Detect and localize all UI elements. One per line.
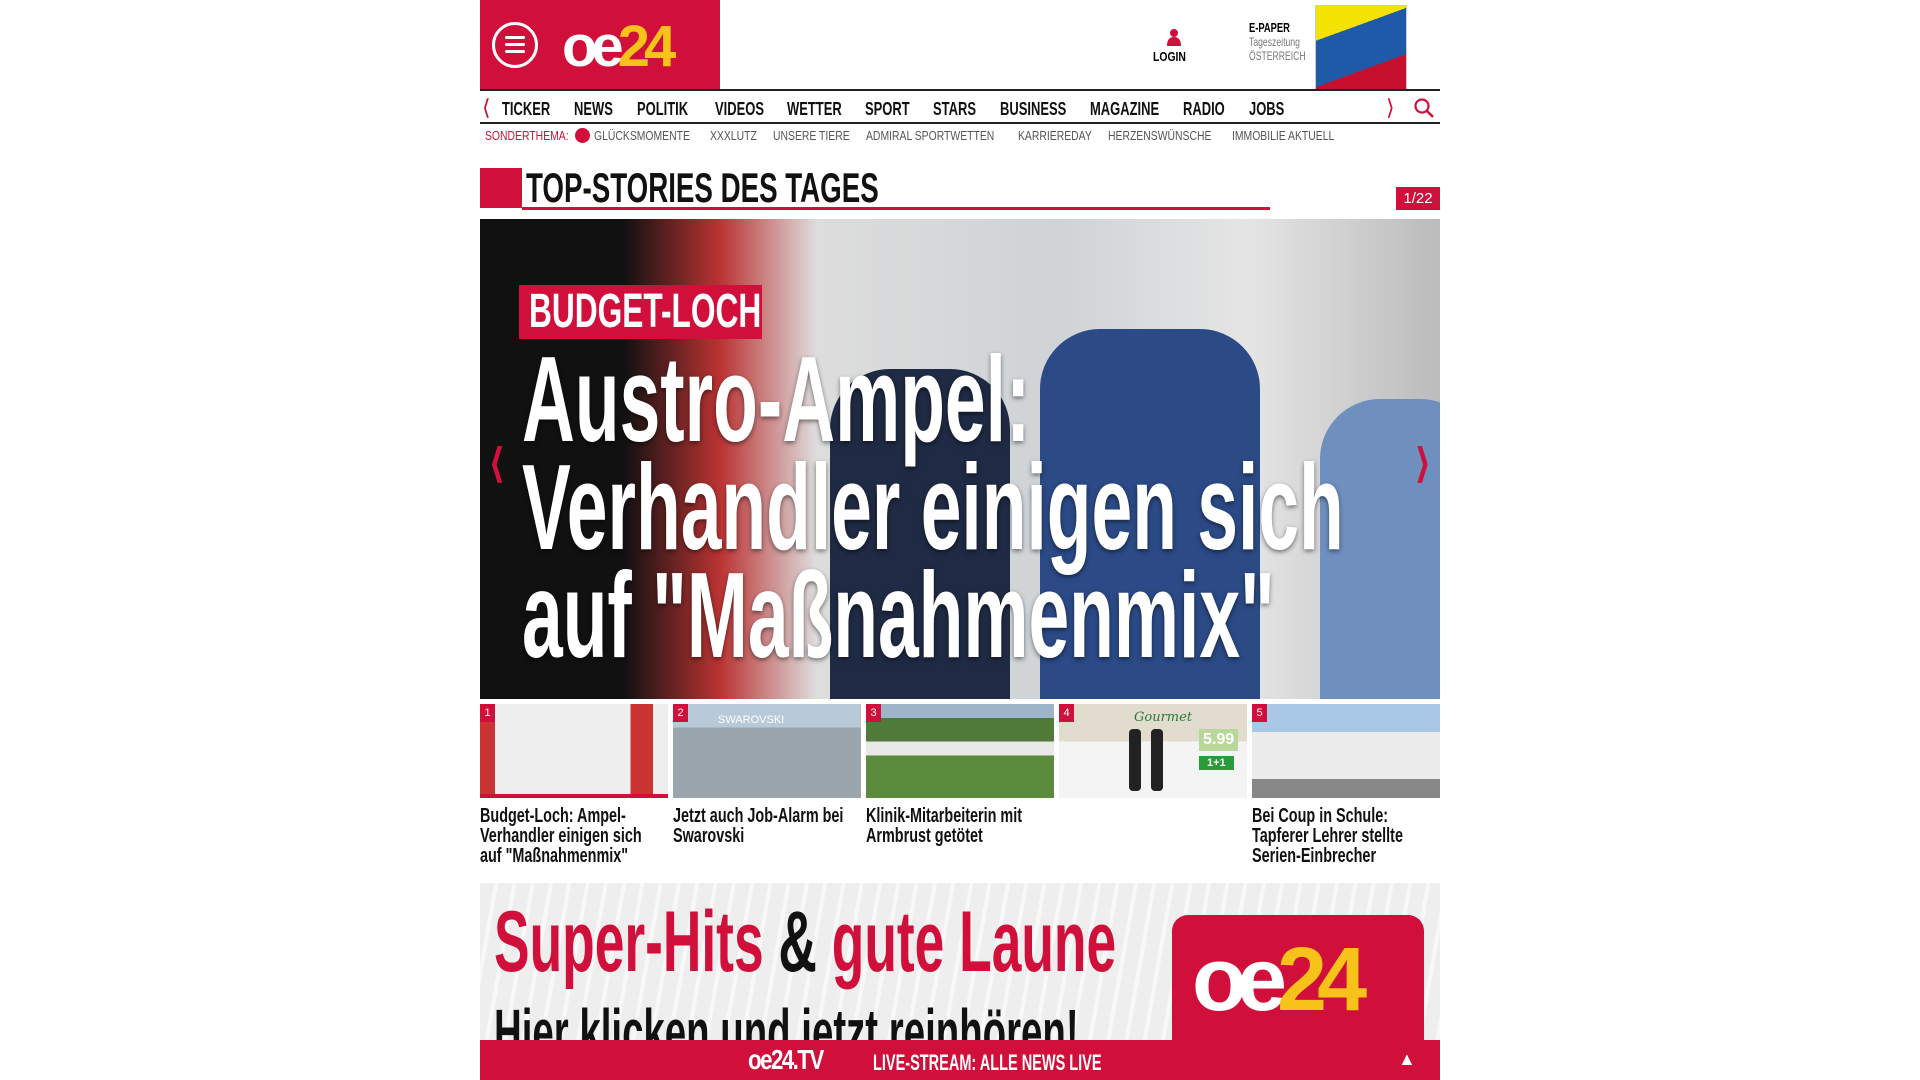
story-card[interactable]: 1 Budget-Loch: Ampel-Verhandler einigen … — [480, 704, 668, 866]
story-card[interactable]: 2 SWAROVSKI Jetzt auch Job-Alarm bei Swar… — [673, 704, 861, 846]
nav-sport[interactable]: SPORT — [865, 99, 927, 120]
ad-image: 4 Gourmet 5.99 1+1 — [1059, 704, 1247, 798]
story-number: 5 — [1252, 704, 1267, 722]
subnav-immobilie[interactable]: IMMOBILIE AKTUELL — [1232, 128, 1360, 143]
main-nav: ⟨ TICKER NEWS POLITIK VIDEOS WETTER SPOR… — [480, 89, 1440, 124]
nav-stars[interactable]: STARS — [933, 99, 993, 120]
epaper-line2: ÖSTERREICH — [1249, 49, 1306, 63]
ad-price: 5.99 — [1199, 729, 1239, 751]
lucky-icon — [575, 128, 590, 143]
user-icon — [1167, 29, 1181, 46]
ad-card[interactable]: 4 Gourmet 5.99 1+1 — [1059, 704, 1247, 806]
livestream-bar[interactable]: oe24.TV LIVE-STREAM: ALLE NEWS LIVE ▲ — [480, 1040, 1440, 1080]
hero-headline[interactable]: Austro-Ampel: Verhandler einigen sich au… — [522, 338, 1440, 676]
story-image: 2 SWAROVSKI — [673, 704, 861, 798]
epaper-title: E-PAPER — [1249, 20, 1290, 35]
story-image: 3 — [866, 704, 1054, 798]
logo-24: 24 — [617, 14, 676, 79]
search-icon[interactable] — [1413, 97, 1435, 119]
subnav-karriereday[interactable]: KARRIEREDAY — [1018, 128, 1110, 143]
expand-up-icon[interactable]: ▲ — [1398, 1049, 1416, 1070]
ad-offer: 1+1 — [1199, 756, 1234, 770]
login-button[interactable]: LOGIN — [1150, 28, 1198, 64]
logo-oe: oe — [562, 14, 624, 79]
oe24tv-logo: oe24.TV — [748, 1044, 824, 1075]
menu-button[interactable] — [492, 22, 538, 68]
subnav-admiral[interactable]: ADMIRAL SPORTWETTEN — [866, 128, 1026, 143]
hero-slide[interactable]: BUDGET-LOCH Austro-Ampel: Verhandler ein… — [480, 219, 1440, 699]
nav-radio[interactable]: RADIO — [1183, 99, 1241, 120]
story-number: 2 — [673, 704, 688, 722]
ad-oe24-logo: oe24 — [1172, 915, 1424, 1055]
hero-prev-icon[interactable]: ⟨ — [489, 441, 505, 487]
bottle-icon — [1151, 729, 1163, 791]
section-marker — [480, 168, 522, 208]
ad-brand: Gourmet — [1134, 710, 1193, 725]
story-card[interactable]: 3 Klinik-Mitarbeiterin mit Armbrust getö… — [866, 704, 1054, 846]
nav-wetter[interactable]: WETTER — [787, 99, 863, 120]
story-caption[interactable]: Bei Coup in Schule: Tapferer Lehrer stel… — [1252, 806, 1512, 866]
nav-jobs[interactable]: JOBS — [1249, 99, 1298, 120]
sonderthema-label: SONDERTHEMA: — [485, 128, 569, 143]
bottle-icon — [1129, 729, 1141, 791]
sonderthema-nav: SONDERTHEMA: GLÜCKSMOMENTE XXXLUTZ UNSER… — [480, 128, 1440, 146]
header-brand: oe24 — [480, 0, 720, 90]
nav-business[interactable]: BUSINESS — [1000, 99, 1092, 120]
livestream-text: LIVE-STREAM: ALLE NEWS LIVE — [873, 1050, 1102, 1075]
nav-magazine[interactable]: MAGAZINE — [1090, 99, 1186, 120]
story-caption[interactable]: Klinik-Mitarbeiterin mit Armbrust getöte… — [866, 806, 1126, 846]
logo[interactable]: oe24 — [562, 18, 676, 76]
story-image: 5 — [1252, 704, 1440, 798]
slide-counter: 1/22 — [1396, 187, 1440, 210]
section-title: TOP-STORIES DES TAGES — [526, 164, 879, 211]
nav-videos[interactable]: VIDEOS — [715, 99, 783, 120]
story-image: 1 — [480, 704, 668, 798]
nav-next-icon[interactable]: ⟩ — [1386, 95, 1395, 121]
nav-news[interactable]: NEWS — [574, 99, 628, 120]
image-sign-text: SWAROVSKI — [718, 714, 785, 726]
nav-politik[interactable]: POLITIK — [637, 99, 708, 120]
story-number: 4 — [1059, 704, 1074, 722]
story-card[interactable]: 5 Bei Coup in Schule: Tapferer Lehrer st… — [1252, 704, 1440, 866]
story-number: 1 — [480, 704, 495, 722]
epaper-line1: Tageszeitung — [1249, 35, 1300, 49]
login-label: LOGIN — [1153, 49, 1187, 64]
radio-ad-banner[interactable]: Super-Hits & gute Laune Hier klicken und… — [480, 883, 1440, 1055]
epaper-cover-image[interactable] — [1315, 5, 1407, 90]
nav-ticker[interactable]: TICKER — [502, 99, 569, 120]
story-number: 3 — [866, 704, 881, 722]
subnav-gluecksmomente[interactable]: GLÜCKSMOMENTE — [594, 128, 714, 143]
hero-next-icon[interactable]: ⟩ — [1415, 441, 1431, 487]
subnav-unsere-tiere[interactable]: UNSERE TIERE — [773, 128, 869, 143]
subnav-xxxlutz[interactable]: XXXLUTZ — [710, 128, 769, 143]
subnav-herzenswuensche[interactable]: HERZENSWÜNSCHE — [1108, 128, 1237, 143]
nav-prev-icon[interactable]: ⟨ — [482, 95, 491, 121]
